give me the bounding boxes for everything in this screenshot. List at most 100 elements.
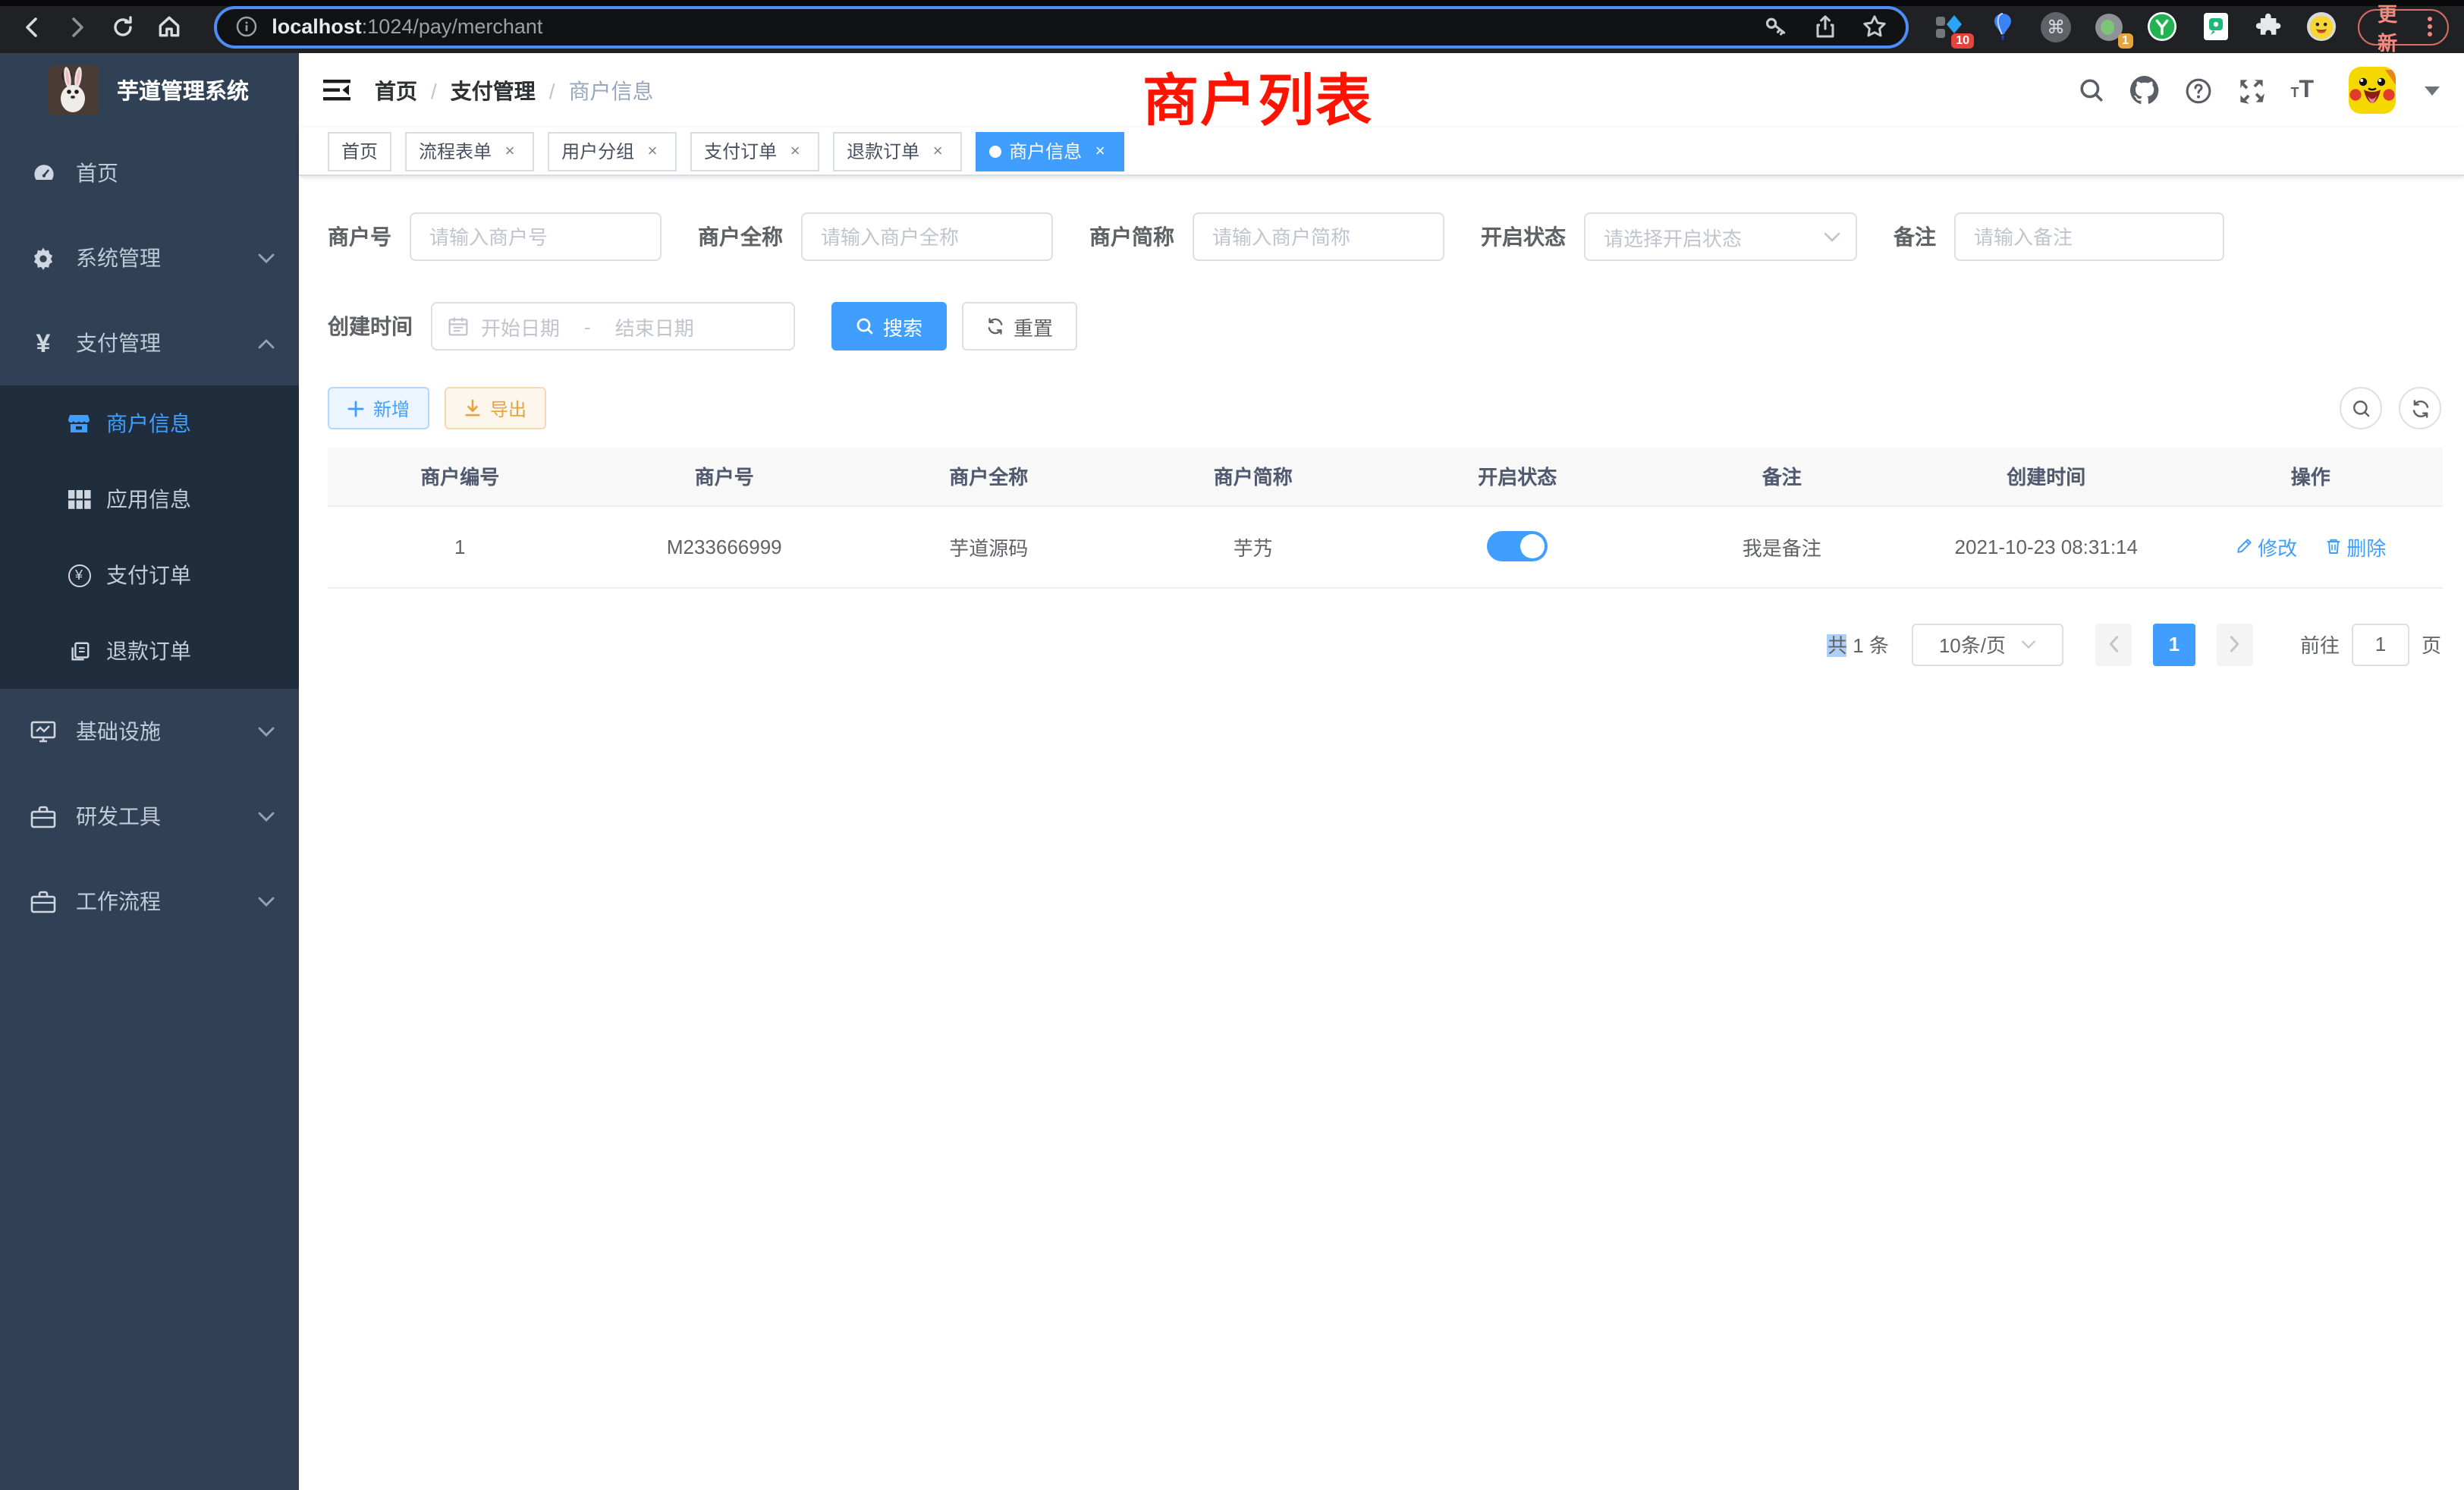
browser-home-button[interactable]: [150, 7, 189, 46]
extension-tag-icon[interactable]: 1: [2094, 11, 2124, 42]
avatar-caret-icon[interactable]: [2425, 86, 2440, 95]
sidebar-item-pay-order[interactable]: ¥ 支付订单: [0, 537, 299, 613]
profile-emoji-avatar[interactable]: [2306, 11, 2337, 42]
add-button[interactable]: 新增: [328, 387, 429, 429]
search-icon: [856, 317, 874, 335]
status-placeholder: 请选择开启状态: [1604, 222, 1824, 251]
extension-yudao-icon[interactable]: [2147, 11, 2177, 42]
close-icon[interactable]: ×: [927, 140, 948, 162]
breadcrumb-current: 商户信息: [569, 75, 654, 105]
extension-translate-icon[interactable]: 10: [1934, 11, 1965, 42]
fullscreen-icon[interactable]: [2237, 77, 2264, 104]
breadcrumb: 首页 / 支付管理 / 商户信息: [375, 75, 654, 105]
table-row: 1 M233666999 芋道源码 芋艿 我是备注 2021-10-23 08:…: [328, 505, 2443, 587]
sidebar-item-app-info[interactable]: 应用信息: [0, 461, 299, 537]
page-size-select[interactable]: 10条/页: [1912, 623, 2063, 665]
sidebar-item-dev-tools[interactable]: 研发工具: [0, 774, 299, 859]
tab-label: 用户分组: [561, 138, 634, 164]
annotation-title: 商户列表: [1142, 55, 1373, 137]
extension-chat-icon[interactable]: [2200, 11, 2230, 42]
bookmark-star-icon[interactable]: [1862, 14, 1887, 39]
close-icon[interactable]: ×: [499, 140, 520, 162]
sidebar-item-label: 工作流程: [76, 886, 161, 916]
site-info-icon[interactable]: [235, 15, 258, 38]
reset-button-label: 重置: [1014, 312, 1053, 341]
font-size-icon[interactable]: TT: [2290, 80, 2314, 100]
sidebar-item-payment[interactable]: ¥ 支付管理: [0, 300, 299, 385]
status-toggle[interactable]: [1487, 531, 1548, 561]
create-time-range-picker[interactable]: 开始日期 - 结束日期: [431, 302, 795, 350]
tab-pay-order[interactable]: 支付订单×: [690, 131, 819, 171]
edit-link[interactable]: 修改: [2235, 532, 2297, 561]
close-icon[interactable]: ×: [642, 140, 663, 162]
tab-process-form[interactable]: 流程表单 ×: [405, 131, 534, 171]
cell-merchant-id: 1: [328, 505, 592, 587]
help-icon[interactable]: [2184, 77, 2211, 104]
extension-command-icon[interactable]: ⌘: [2041, 11, 2071, 42]
sidebar-item-home[interactable]: 首页: [0, 130, 299, 215]
github-icon[interactable]: [2129, 76, 2158, 105]
tab-home[interactable]: 首页: [328, 131, 391, 171]
search-button[interactable]: 搜索: [831, 302, 947, 350]
tab-label: 流程表单: [419, 138, 492, 164]
extension-balloon-icon[interactable]: [1988, 11, 2018, 42]
trash-icon: [2324, 537, 2342, 555]
tags-view: 首页 流程表单 × 用户分组 × 支付订单× 退款订单× 商户信息×: [299, 127, 2464, 176]
toolbox-icon: [30, 803, 56, 829]
sidebar-item-infrastructure[interactable]: 基础设施: [0, 689, 299, 774]
search-icon[interactable]: [2078, 77, 2104, 103]
toggle-search-button[interactable]: [2340, 387, 2382, 429]
col-merchant-id: 商户编号: [328, 448, 592, 505]
col-operations: 操作: [2179, 448, 2444, 505]
export-button-label: 导出: [490, 395, 526, 421]
user-avatar[interactable]: [2349, 67, 2396, 114]
screen: localhost:1024/pay/merchant 10 ⌘ 1: [0, 0, 2464, 1490]
close-icon[interactable]: ×: [784, 140, 806, 162]
password-key-icon[interactable]: [1763, 14, 1789, 39]
sidebar-fold-icon[interactable]: [323, 79, 350, 102]
browser-back-button[interactable]: [12, 7, 51, 46]
refresh-table-button[interactable]: [2399, 387, 2441, 429]
merchant-short-name-input[interactable]: [1193, 212, 1444, 261]
filter-row-2: 创建时间 开始日期 - 结束日期 搜索 重置: [328, 302, 2443, 350]
browser-toolbar: localhost:1024/pay/merchant 10 ⌘ 1: [0, 0, 2464, 53]
tab-refund-order[interactable]: 退款订单×: [833, 131, 962, 171]
breadcrumb-payment[interactable]: 支付管理: [451, 75, 536, 105]
sidebar-item-system[interactable]: 系统管理: [0, 215, 299, 300]
status-select[interactable]: 请选择开启状态: [1584, 212, 1857, 261]
address-bar[interactable]: localhost:1024/pay/merchant: [214, 5, 1909, 48]
sidebar-item-workflow[interactable]: 工作流程: [0, 859, 299, 944]
delete-link[interactable]: 删除: [2324, 532, 2386, 561]
browser-update-button[interactable]: 更新: [2358, 8, 2449, 45]
tab-user-group[interactable]: 用户分组 ×: [548, 131, 677, 171]
remark-input[interactable]: [1954, 212, 2224, 261]
merchant-no-input[interactable]: [410, 212, 662, 261]
prev-page-button[interactable]: [2095, 623, 2132, 665]
merchant-full-name-input[interactable]: [801, 212, 1053, 261]
next-page-button[interactable]: [2217, 623, 2253, 665]
goto-page-input[interactable]: [2352, 623, 2409, 665]
export-button[interactable]: 导出: [445, 387, 546, 429]
plus-icon: [347, 400, 364, 417]
breadcrumb-home[interactable]: 首页: [375, 75, 417, 105]
sidebar-logo[interactable]: 芋道管理系统: [0, 53, 299, 126]
share-icon[interactable]: [1813, 14, 1837, 39]
browser-menu-icon[interactable]: [2428, 17, 2432, 36]
close-icon[interactable]: ×: [1089, 140, 1111, 162]
browser-forward-button[interactable]: [58, 7, 97, 46]
chevron-down-icon: [258, 896, 275, 907]
merchant-table: 商户编号 商户号 商户全称 商户简称 开启状态 备注 创建时间 操作 1: [328, 448, 2443, 588]
sidebar-item-merchant-info[interactable]: 商户信息: [0, 385, 299, 461]
range-separator: -: [572, 315, 603, 338]
sidebar-item-refund-order[interactable]: 退款订单: [0, 613, 299, 689]
app-title: 芋道管理系统: [117, 74, 249, 105]
url-text[interactable]: localhost:1024/pay/merchant: [272, 15, 1763, 38]
extensions-puzzle-icon[interactable]: [2253, 11, 2283, 42]
search-button-label: 搜索: [883, 312, 922, 341]
create-time-label: 创建时间: [328, 311, 431, 341]
tab-merchant-info[interactable]: 商户信息×: [976, 131, 1124, 171]
page-number-1[interactable]: 1: [2153, 623, 2195, 665]
back-arrow-icon: [19, 14, 43, 39]
browser-reload-button[interactable]: [104, 7, 143, 46]
reset-button[interactable]: 重置: [962, 302, 1077, 350]
